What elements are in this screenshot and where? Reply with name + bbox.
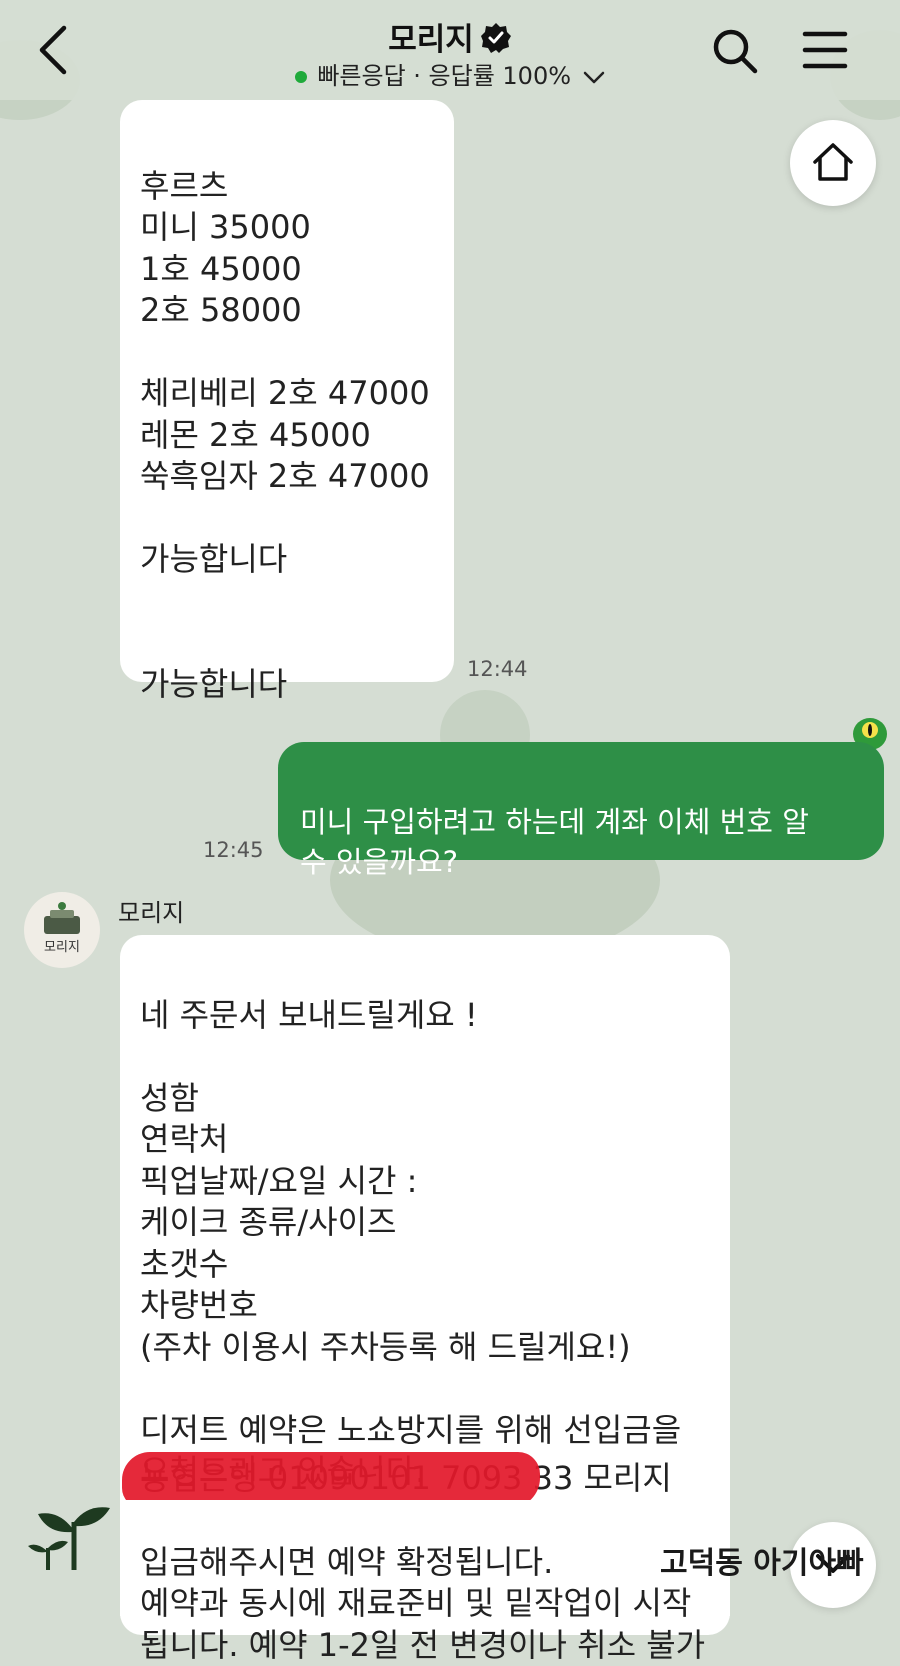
avatar-label: 모리지 xyxy=(44,940,80,955)
chat-title-text: 모리지 xyxy=(388,22,474,58)
outgoing-message[interactable]: 미니 구입하려고 하는데 계좌 이체 번호 알 수 있을까요? xyxy=(278,742,884,879)
sender-name: 모리지 xyxy=(118,899,185,927)
message-continuation: 입금해주시면 예약 확정됩니다. 예약과 동시에 재료준비 및 밑작업이 시작 … xyxy=(120,1500,730,1664)
message-timestamp: 12:44 xyxy=(467,657,528,681)
response-status-text: 빠른응답 · 응답률 100% xyxy=(317,62,572,90)
cake-logo-icon xyxy=(44,902,80,934)
message-timestamp: 12:45 xyxy=(203,838,264,862)
home-button[interactable] xyxy=(790,120,876,206)
hamburger-menu-icon[interactable] xyxy=(802,28,848,74)
avatar[interactable]: 모리지 xyxy=(24,892,100,968)
watermark-text: 고덕동 아기아빠 xyxy=(660,1546,864,1581)
message-text: 입금해주시면 예약 확정됩니다. 예약과 동시에 재료준비 및 밑작업이 시작 … xyxy=(140,1542,706,1664)
search-icon[interactable] xyxy=(710,26,760,76)
message-text: 네 주문서 보내드릴게요 ! 성함 연락처 픽업날짜/요일 시간 : 케이크 종… xyxy=(140,995,682,1491)
message-text: 후르츠 미니 35000 1호 45000 2호 58000 체리베리 2호 4… xyxy=(140,166,430,703)
chevron-down-icon xyxy=(583,63,605,91)
sprout-icon xyxy=(28,1500,112,1574)
chat-title[interactable]: 모리지 xyxy=(0,14,900,62)
incoming-message[interactable]: 후르츠 미니 35000 1호 45000 2호 58000 체리베리 2호 4… xyxy=(120,100,454,703)
response-status[interactable]: 빠른응답 · 응답률 100% xyxy=(0,56,900,91)
online-status-dot xyxy=(295,71,308,83)
chat-header: 모리지 빠른응답 · 응답률 100% xyxy=(0,0,900,100)
home-icon xyxy=(811,140,855,188)
